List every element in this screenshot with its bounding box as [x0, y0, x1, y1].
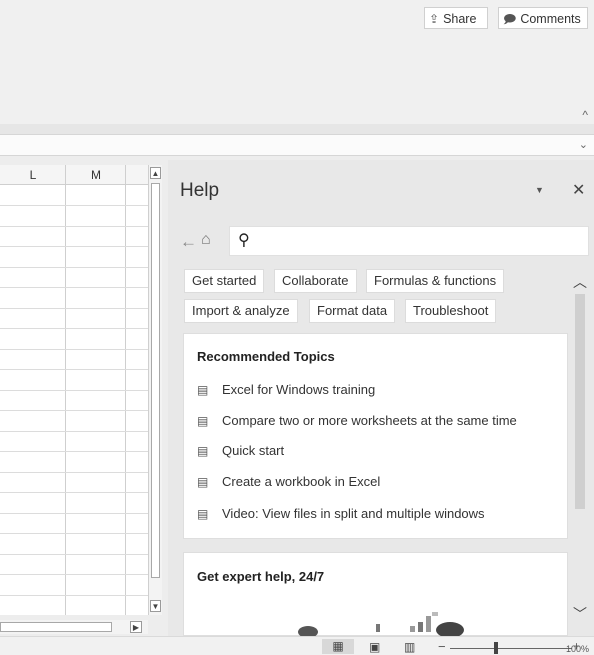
grid-row-line [0, 574, 148, 575]
collapse-ribbon-icon[interactable]: ^ [582, 108, 588, 122]
share-icon: ⇪ [429, 12, 440, 26]
grid-row-line [0, 349, 148, 350]
comment-icon: 🗩 [503, 12, 517, 26]
zoom-level[interactable]: 100% [566, 644, 589, 654]
page-break-preview-icon[interactable]: ▥ [404, 640, 415, 654]
help-search-input[interactable]: ⚲ [229, 226, 589, 256]
document-icon: ▤ [197, 383, 209, 397]
topic-link[interactable]: ▤ Video: View files in split and multiple… [197, 506, 485, 521]
chevron-down-icon[interactable]: ﹀ [572, 604, 588, 624]
grid-row-line [0, 390, 148, 391]
expert-help-title: Get expert help, 24/7 [197, 569, 325, 584]
scroll-down-icon[interactable]: ▼ [150, 600, 161, 612]
help-title: Help [180, 180, 220, 201]
help-pane-scrollbar[interactable]: ︿ ﹀ [572, 268, 588, 628]
chip-import-analyze[interactable]: Import & analyze [184, 299, 298, 323]
document-icon: ▤ [197, 444, 209, 458]
chevron-up-icon[interactable]: ︿ [572, 272, 588, 292]
page-layout-icon[interactable]: ▣ [369, 640, 380, 654]
topic-link[interactable]: ▤ Create a workbook in Excel [197, 474, 380, 489]
back-arrow-icon[interactable]: ← [180, 232, 197, 252]
column-header-m[interactable]: M [66, 165, 126, 185]
document-icon: ▤ [197, 414, 209, 428]
column-header-next[interactable] [126, 165, 148, 185]
grid-row-line [0, 246, 148, 247]
comments-button[interactable]: 🗩 Comments [498, 7, 588, 29]
grid-row-line [0, 554, 148, 555]
scroll-up-icon[interactable]: ▲ [150, 167, 161, 179]
grid-row-line [0, 369, 148, 370]
formula-bar[interactable] [0, 134, 594, 156]
search-icon: ⚲ [238, 232, 250, 249]
grid-row-line [0, 226, 148, 227]
chip-collaborate[interactable]: Collaborate [274, 269, 357, 293]
grid-row-line [0, 410, 148, 411]
sheet-vertical-scrollbar[interactable]: ▲ ▼ [148, 165, 162, 615]
chip-formulas-functions[interactable]: Formulas & functions [366, 269, 505, 293]
chip-get-started[interactable]: Get started [184, 269, 265, 293]
column-header-l[interactable]: L [0, 165, 66, 185]
grid-row-line [0, 451, 148, 452]
document-icon: ▤ [197, 475, 209, 489]
zoom-slider[interactable] [450, 648, 572, 649]
normal-view-icon[interactable]: ▦ [322, 639, 354, 654]
status-bar [0, 636, 594, 655]
grid-row-line [0, 431, 148, 432]
topic-link[interactable]: ▤ Excel for Windows training [197, 382, 375, 397]
grid-row-line [0, 533, 148, 534]
grid-row-line [0, 267, 148, 268]
grid-row-line [0, 595, 148, 596]
expert-help-illustration [298, 612, 464, 636]
scroll-thumb[interactable] [151, 183, 160, 578]
comments-label: Comments [520, 12, 581, 26]
sheet-horizontal-scrollbar[interactable]: ▶ [0, 620, 148, 634]
zoom-out-button[interactable]: − [438, 639, 446, 654]
ribbon-separator [0, 124, 594, 134]
scroll-thumb[interactable] [575, 294, 585, 509]
grid-row-line [0, 328, 148, 329]
chevron-down-icon[interactable]: ⌄ [579, 138, 588, 151]
scroll-thumb[interactable] [0, 622, 112, 632]
topic-link[interactable]: ▤ Compare two or more worksheets at the s… [197, 413, 517, 428]
close-icon[interactable]: ✕ [572, 180, 585, 200]
chip-format-data[interactable]: Format data [309, 299, 396, 323]
share-button[interactable]: ⇪ Share [424, 7, 488, 29]
recommended-topics-title: Recommended Topics [197, 349, 335, 364]
grid-row-line [0, 287, 148, 288]
home-icon[interactable]: ⌂ [201, 231, 211, 249]
grid-row-line [0, 308, 148, 309]
document-icon: ▤ [197, 507, 209, 521]
scroll-right-icon[interactable]: ▶ [130, 621, 142, 633]
grid-row-line [0, 205, 148, 206]
grid-row-line [0, 513, 148, 514]
chip-troubleshoot[interactable]: Troubleshoot [405, 299, 497, 323]
zoom-slider-knob[interactable] [494, 642, 498, 654]
topic-link[interactable]: ▤ Quick start [197, 443, 284, 458]
grid-row-line [0, 472, 148, 473]
pane-options-icon[interactable]: ▼ [535, 185, 544, 195]
share-label: Share [443, 12, 477, 26]
grid-row-line [0, 492, 148, 493]
